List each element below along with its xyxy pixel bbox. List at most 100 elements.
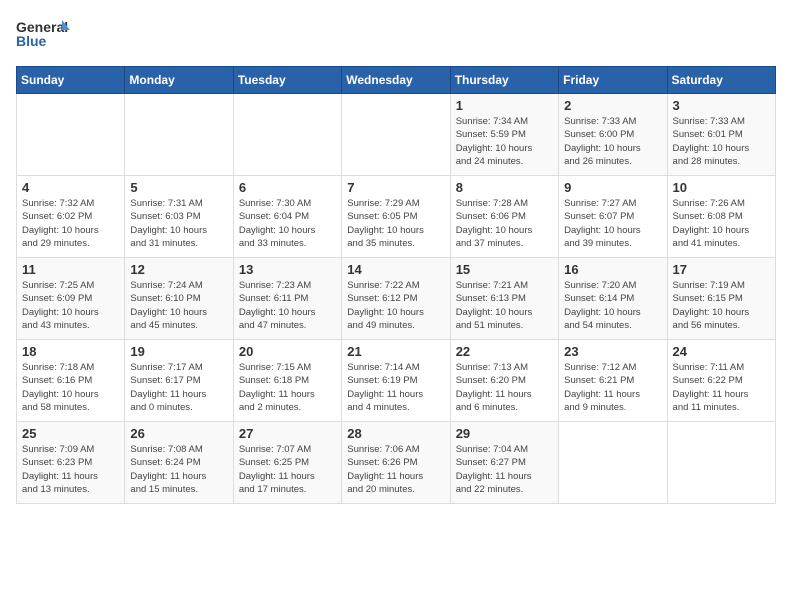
- calendar-cell: 20Sunrise: 7:15 AM Sunset: 6:18 PM Dayli…: [233, 340, 341, 422]
- day-number: 7: [347, 180, 444, 195]
- calendar-header-row: SundayMondayTuesdayWednesdayThursdayFrid…: [17, 67, 776, 94]
- calendar-cell: 29 Sunrise: 7:04 AM Sunset: 6:27 PM Dayli…: [450, 422, 558, 504]
- day-number: 8: [456, 180, 553, 195]
- day-info: Sunrise: 7:07 AM Sunset: 6:25 PM Dayligh…: [239, 443, 336, 496]
- calendar-cell: 6 Sunrise: 7:30 AM Sunset: 6:04 PM Daylig…: [233, 176, 341, 258]
- day-info: Sunrise: 7:11 AM Sunset: 6:22 PM Dayligh…: [673, 361, 770, 414]
- day-info: Sunrise: 7:09 AM Sunset: 6:23 PM Dayligh…: [22, 443, 119, 496]
- logo-svg: GeneralBlue: [16, 16, 71, 54]
- day-info: Sunrise: 7:32 AM Sunset: 6:02 PM Dayligh…: [22, 197, 119, 250]
- calendar-cell: 7 Sunrise: 7:29 AM Sunset: 6:05 PM Daylig…: [342, 176, 450, 258]
- svg-text:Blue: Blue: [16, 33, 47, 49]
- day-info: Sunrise: 7:31 AM Sunset: 6:03 PM Dayligh…: [130, 197, 227, 250]
- day-header-tuesday: Tuesday: [233, 67, 341, 94]
- calendar-cell: 28 Sunrise: 7:06 AM Sunset: 6:26 PM Dayli…: [342, 422, 450, 504]
- day-number: 27: [239, 426, 336, 441]
- calendar-cell: 9 Sunrise: 7:27 AM Sunset: 6:07 PM Daylig…: [559, 176, 667, 258]
- calendar-cell: 1 Sunrise: 7:34 AM Sunset: 5:59 PM Daylig…: [450, 94, 558, 176]
- calendar-cell: 10 Sunrise: 7:26 AM Sunset: 6:08 PM Dayli…: [667, 176, 775, 258]
- day-info: Sunrise: 7:17 AM Sunset: 6:17 PM Dayligh…: [130, 361, 227, 414]
- day-info: Sunrise: 7:33 AM Sunset: 6:00 PM Dayligh…: [564, 115, 661, 168]
- calendar-cell: 25Sunrise: 7:09 AM Sunset: 6:23 PM Dayli…: [17, 422, 125, 504]
- calendar-cell: 27 Sunrise: 7:07 AM Sunset: 6:25 PM Dayli…: [233, 422, 341, 504]
- calendar-cell: 4 Sunrise: 7:32 AM Sunset: 6:02 PM Daylig…: [17, 176, 125, 258]
- day-number: 10: [673, 180, 770, 195]
- day-number: 12: [130, 262, 227, 277]
- day-number: 22: [456, 344, 553, 359]
- calendar-cell: 5 Sunrise: 7:31 AM Sunset: 6:03 PM Daylig…: [125, 176, 233, 258]
- calendar-cell: 22 Sunrise: 7:13 AM Sunset: 6:20 PM Dayli…: [450, 340, 558, 422]
- day-info: Sunrise: 7:29 AM Sunset: 6:05 PM Dayligh…: [347, 197, 444, 250]
- week-row-3: 11 Sunrise: 7:25 AM Sunset: 6:09 PM Dayli…: [17, 258, 776, 340]
- calendar-cell: 8 Sunrise: 7:28 AM Sunset: 6:06 PM Daylig…: [450, 176, 558, 258]
- calendar-cell: [342, 94, 450, 176]
- calendar-cell: 14 Sunrise: 7:22 AM Sunset: 6:12 PM Dayli…: [342, 258, 450, 340]
- calendar-cell: 26 Sunrise: 7:08 AM Sunset: 6:24 PM Dayli…: [125, 422, 233, 504]
- day-header-thursday: Thursday: [450, 67, 558, 94]
- calendar-cell: [559, 422, 667, 504]
- calendar-cell: [125, 94, 233, 176]
- day-header-wednesday: Wednesday: [342, 67, 450, 94]
- week-row-1: 1 Sunrise: 7:34 AM Sunset: 5:59 PM Daylig…: [17, 94, 776, 176]
- day-info: Sunrise: 7:20 AM Sunset: 6:14 PM Dayligh…: [564, 279, 661, 332]
- calendar-cell: 18Sunrise: 7:18 AM Sunset: 6:16 PM Dayli…: [17, 340, 125, 422]
- calendar-cell: 23Sunrise: 7:12 AM Sunset: 6:21 PM Dayli…: [559, 340, 667, 422]
- day-number: 1: [456, 98, 553, 113]
- day-info: Sunrise: 7:15 AM Sunset: 6:18 PM Dayligh…: [239, 361, 336, 414]
- day-info: Sunrise: 7:34 AM Sunset: 5:59 PM Dayligh…: [456, 115, 553, 168]
- day-number: 2: [564, 98, 661, 113]
- day-info: Sunrise: 7:08 AM Sunset: 6:24 PM Dayligh…: [130, 443, 227, 496]
- day-info: Sunrise: 7:23 AM Sunset: 6:11 PM Dayligh…: [239, 279, 336, 332]
- week-row-2: 4 Sunrise: 7:32 AM Sunset: 6:02 PM Daylig…: [17, 176, 776, 258]
- calendar-cell: [17, 94, 125, 176]
- day-number: 14: [347, 262, 444, 277]
- day-header-saturday: Saturday: [667, 67, 775, 94]
- page-header: GeneralBlue: [16, 16, 776, 54]
- day-info: Sunrise: 7:22 AM Sunset: 6:12 PM Dayligh…: [347, 279, 444, 332]
- day-info: Sunrise: 7:28 AM Sunset: 6:06 PM Dayligh…: [456, 197, 553, 250]
- day-number: 26: [130, 426, 227, 441]
- day-info: Sunrise: 7:14 AM Sunset: 6:19 PM Dayligh…: [347, 361, 444, 414]
- day-info: Sunrise: 7:21 AM Sunset: 6:13 PM Dayligh…: [456, 279, 553, 332]
- day-number: 5: [130, 180, 227, 195]
- calendar-cell: 11 Sunrise: 7:25 AM Sunset: 6:09 PM Dayli…: [17, 258, 125, 340]
- day-number: 28: [347, 426, 444, 441]
- calendar-cell: 16Sunrise: 7:20 AM Sunset: 6:14 PM Dayli…: [559, 258, 667, 340]
- day-number: 4: [22, 180, 119, 195]
- calendar-cell: 13Sunrise: 7:23 AM Sunset: 6:11 PM Dayli…: [233, 258, 341, 340]
- calendar-cell: 3 Sunrise: 7:33 AM Sunset: 6:01 PM Daylig…: [667, 94, 775, 176]
- calendar-cell: 19 Sunrise: 7:17 AM Sunset: 6:17 PM Dayli…: [125, 340, 233, 422]
- day-number: 18: [22, 344, 119, 359]
- calendar-cell: 12 Sunrise: 7:24 AM Sunset: 6:10 PM Dayli…: [125, 258, 233, 340]
- day-info: Sunrise: 7:26 AM Sunset: 6:08 PM Dayligh…: [673, 197, 770, 250]
- day-number: 29: [456, 426, 553, 441]
- day-info: Sunrise: 7:30 AM Sunset: 6:04 PM Dayligh…: [239, 197, 336, 250]
- day-number: 24: [673, 344, 770, 359]
- day-header-friday: Friday: [559, 67, 667, 94]
- day-number: 15: [456, 262, 553, 277]
- day-info: Sunrise: 7:19 AM Sunset: 6:15 PM Dayligh…: [673, 279, 770, 332]
- day-info: Sunrise: 7:06 AM Sunset: 6:26 PM Dayligh…: [347, 443, 444, 496]
- day-header-sunday: Sunday: [17, 67, 125, 94]
- day-number: 11: [22, 262, 119, 277]
- day-info: Sunrise: 7:12 AM Sunset: 6:21 PM Dayligh…: [564, 361, 661, 414]
- day-info: Sunrise: 7:13 AM Sunset: 6:20 PM Dayligh…: [456, 361, 553, 414]
- day-header-monday: Monday: [125, 67, 233, 94]
- calendar-cell: 24 Sunrise: 7:11 AM Sunset: 6:22 PM Dayli…: [667, 340, 775, 422]
- calendar-cell: [233, 94, 341, 176]
- calendar-cell: 15 Sunrise: 7:21 AM Sunset: 6:13 PM Dayli…: [450, 258, 558, 340]
- calendar-cell: 2 Sunrise: 7:33 AM Sunset: 6:00 PM Daylig…: [559, 94, 667, 176]
- day-number: 21: [347, 344, 444, 359]
- day-number: 19: [130, 344, 227, 359]
- day-number: 17: [673, 262, 770, 277]
- day-number: 9: [564, 180, 661, 195]
- day-info: Sunrise: 7:25 AM Sunset: 6:09 PM Dayligh…: [22, 279, 119, 332]
- day-info: Sunrise: 7:33 AM Sunset: 6:01 PM Dayligh…: [673, 115, 770, 168]
- day-info: Sunrise: 7:24 AM Sunset: 6:10 PM Dayligh…: [130, 279, 227, 332]
- calendar-table: SundayMondayTuesdayWednesdayThursdayFrid…: [16, 66, 776, 504]
- day-info: Sunrise: 7:27 AM Sunset: 6:07 PM Dayligh…: [564, 197, 661, 250]
- day-number: 3: [673, 98, 770, 113]
- week-row-5: 25Sunrise: 7:09 AM Sunset: 6:23 PM Dayli…: [17, 422, 776, 504]
- day-info: Sunrise: 7:04 AM Sunset: 6:27 PM Dayligh…: [456, 443, 553, 496]
- day-number: 6: [239, 180, 336, 195]
